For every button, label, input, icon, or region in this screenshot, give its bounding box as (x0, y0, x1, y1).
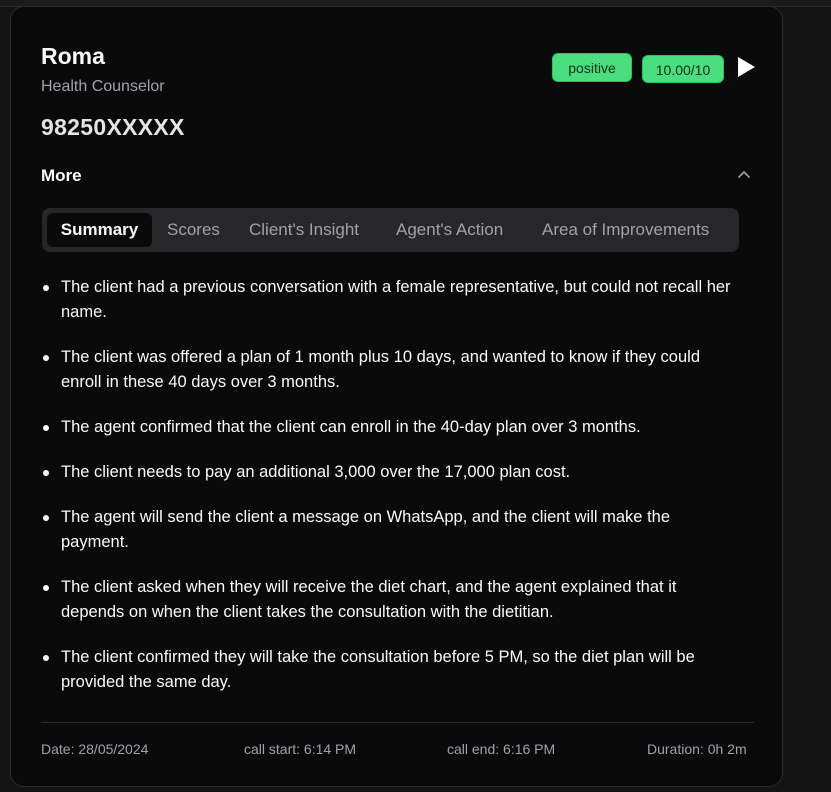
tab-area-of-improvements[interactable]: Area of Improvements (542, 213, 709, 247)
score-badge: 10.00/10 (642, 55, 724, 83)
agent-name: Roma (41, 43, 105, 69)
footer-divider (41, 722, 754, 723)
summary-item: The agent confirmed that the client can … (41, 415, 741, 440)
tab-list: Summary Scores Client's Insight Agent's … (42, 208, 739, 252)
summary-item: The agent will send the client a message… (41, 505, 741, 555)
agent-role: Health Counselor (41, 78, 165, 95)
play-icon[interactable] (735, 56, 757, 78)
client-phone: 98250XXXXX (41, 114, 185, 140)
summary-item: The client asked when they will receive … (41, 575, 741, 625)
summary-item: The client had a previous conversation w… (41, 275, 741, 325)
tab-clients-insight[interactable]: Client's Insight (249, 213, 359, 247)
summary-item: The client was offered a plan of 1 month… (41, 345, 741, 395)
more-section-toggle[interactable]: More (41, 166, 82, 186)
summary-item: The client needs to pay an additional 3,… (41, 460, 741, 485)
call-duration: Duration: 0h 2m (647, 741, 747, 757)
call-summary-card: Roma Health Counselor 98250XXXXX positiv… (10, 6, 783, 787)
sentiment-badge: positive (552, 53, 632, 82)
chevron-up-icon[interactable] (736, 167, 752, 183)
tab-summary[interactable]: Summary (47, 213, 152, 247)
summary-item: The client confirmed they will take the … (41, 645, 741, 695)
tab-agents-action[interactable]: Agent's Action (396, 213, 503, 247)
summary-list: The client had a previous conversation w… (41, 275, 741, 715)
call-start-time: call start: 6:14 PM (244, 741, 357, 757)
call-end-time: call end: 6:16 PM (447, 741, 556, 757)
call-date: Date: 28/05/2024 (41, 741, 149, 757)
tab-scores[interactable]: Scores (167, 213, 220, 247)
